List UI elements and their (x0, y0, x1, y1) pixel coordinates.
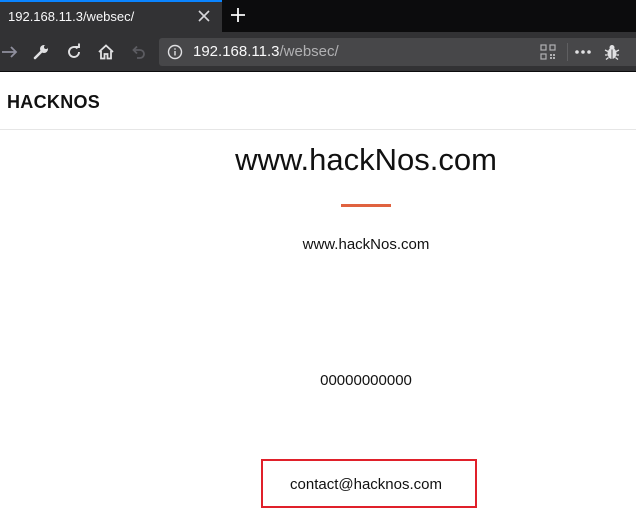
qr-code-icon[interactable] (540, 44, 556, 60)
home-button[interactable] (96, 42, 116, 62)
wrench-icon (33, 45, 48, 60)
tab-strip: 192.168.11.3/websec/ (0, 0, 636, 32)
hero-title: www.hackNos.com (235, 142, 497, 177)
new-tab-icon[interactable] (229, 6, 247, 24)
brand-logo[interactable]: HACKNOS (7, 92, 100, 113)
url-bar[interactable]: 192.168.11.3/websec/ (159, 38, 636, 66)
forward-button[interactable] (0, 42, 20, 62)
url-text[interactable]: 192.168.11.3/websec/ (193, 43, 339, 60)
nav-bar: 192.168.11.3/websec/ (0, 32, 636, 72)
phone-text: 00000000000 (320, 372, 412, 389)
tab-title: 192.168.11.3/websec/ (8, 9, 135, 24)
home-icon (98, 44, 114, 60)
active-tab[interactable]: 192.168.11.3/websec/ (0, 0, 222, 32)
forward-arrow-icon (2, 46, 18, 58)
reload-button[interactable] (64, 42, 84, 62)
undo-arrow-icon (132, 45, 145, 59)
close-tab-icon[interactable] (196, 8, 212, 24)
url-host: 192.168.11.3 (193, 43, 280, 60)
tools-button[interactable] (31, 42, 51, 62)
page-actions-icon[interactable] (573, 44, 593, 60)
reload-icon (68, 43, 80, 58)
undo-button[interactable] (128, 42, 148, 62)
site-header: HACKNOS (0, 72, 636, 130)
title-underline (341, 204, 391, 207)
site-info-icon[interactable] (167, 44, 183, 60)
website-text: www.hackNos.com (302, 236, 430, 253)
bug-extension-icon[interactable] (603, 43, 621, 61)
url-path: /websec/ (279, 43, 339, 60)
email-highlight-box (261, 459, 477, 508)
url-bar-divider (567, 43, 568, 61)
